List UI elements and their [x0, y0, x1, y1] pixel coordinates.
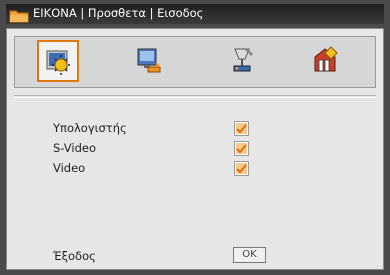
tab-options[interactable] [305, 40, 347, 82]
divider [14, 95, 376, 96]
ok-button[interactable]: OK [233, 247, 266, 263]
display-settings-icon [137, 48, 161, 73]
divider-highlight [14, 97, 376, 98]
tab-display[interactable] [129, 40, 171, 82]
exit-label: Έξοδος [53, 249, 96, 263]
checkbox-svideo[interactable] [234, 141, 249, 156]
checkbox-video[interactable] [234, 161, 249, 176]
input-label-video: Video [53, 161, 86, 175]
checkbox-computer[interactable] [234, 121, 249, 136]
input-label-computer: Υπολογιστής [53, 121, 127, 135]
tab-setup[interactable] [222, 40, 264, 82]
window-title: ΕΙΚΟΝΑ | Προσθετα | Εισοδος [33, 6, 204, 20]
checkmark-icon [236, 143, 247, 154]
tab-image[interactable] [37, 40, 79, 82]
input-label-svideo: S-Video [53, 141, 96, 155]
setup-settings-icon [233, 48, 253, 72]
folder-icon [9, 8, 29, 23]
checkmark-icon [236, 163, 247, 174]
checkmark-icon [236, 123, 247, 134]
options-settings-icon [314, 46, 338, 72]
image-settings-icon [46, 50, 70, 75]
